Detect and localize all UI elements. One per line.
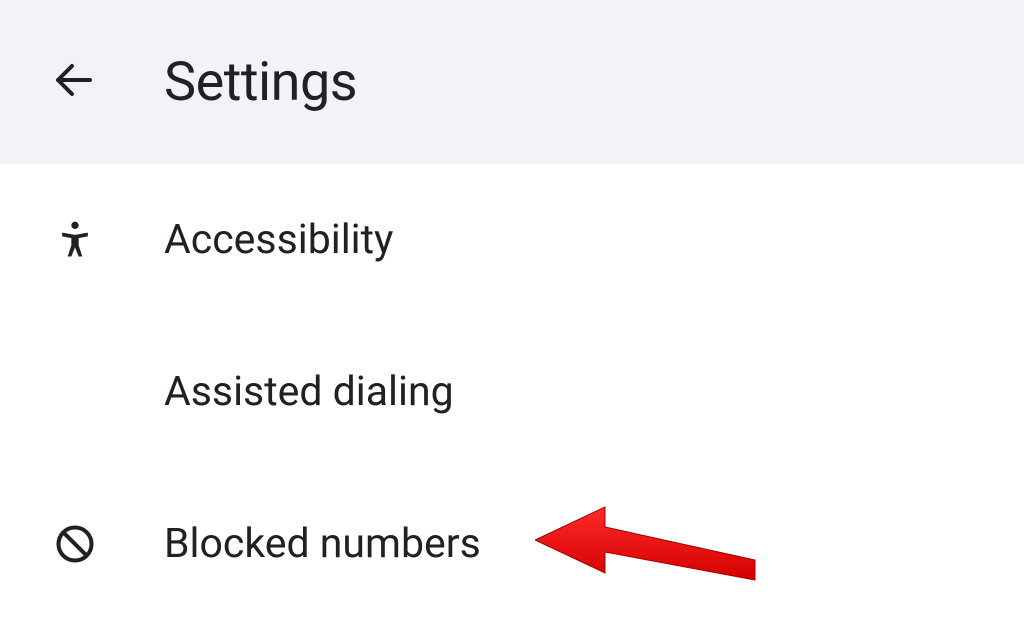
page-title: Settings (164, 51, 357, 114)
settings-list: Accessibility Assisted dialing Blocked n… (0, 164, 1024, 620)
settings-item-assisted-dialing[interactable]: Assisted dialing (0, 316, 1024, 468)
block-icon (48, 517, 102, 571)
settings-item-blocked-numbers[interactable]: Blocked numbers (0, 468, 1024, 620)
empty-icon (48, 365, 102, 419)
back-button[interactable] (48, 56, 100, 108)
accessibility-icon (48, 213, 102, 267)
settings-item-label: Assisted dialing (164, 368, 454, 416)
back-arrow-icon (50, 56, 98, 108)
settings-item-label: Blocked numbers (164, 520, 481, 568)
settings-item-label: Accessibility (164, 216, 393, 264)
settings-item-accessibility[interactable]: Accessibility (0, 164, 1024, 316)
app-header: Settings (0, 0, 1024, 164)
